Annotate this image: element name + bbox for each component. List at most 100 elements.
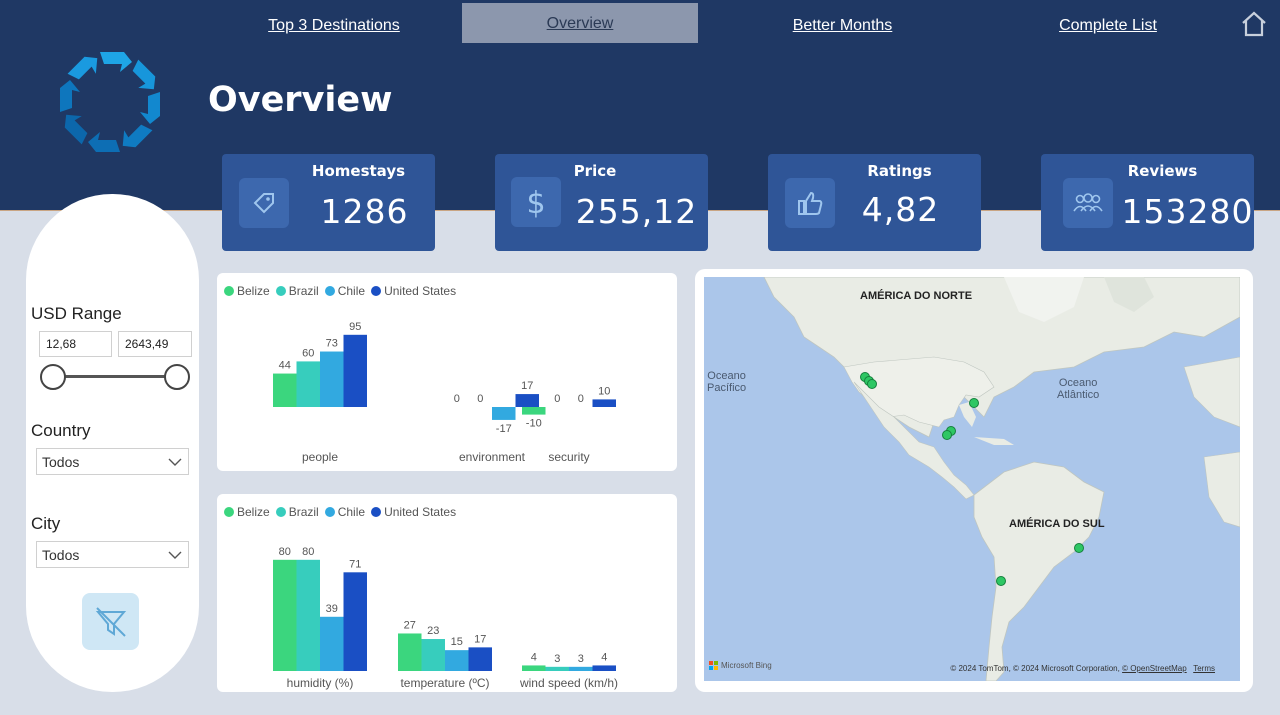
x-axis-tick-label: wind speed (km/h) <box>519 676 618 690</box>
x-axis-tick-label: people <box>302 450 338 464</box>
map-label-north-america: AMÉRICA DO NORTE <box>860 290 973 302</box>
data-label: 71 <box>349 558 361 570</box>
data-label: 4 <box>531 651 537 663</box>
kpi-homestays: Homestays 1286 <box>222 154 435 251</box>
people-icon <box>1063 178 1113 228</box>
map-provider-label: Microsoft Bing <box>721 661 772 670</box>
data-label: 44 <box>279 360 291 372</box>
bar-united-states-1[interactable] <box>468 647 493 671</box>
bar-chile-2[interactable] <box>569 666 593 671</box>
city-dropdown[interactable]: Todos <box>36 541 189 568</box>
data-label: 0 <box>554 393 560 405</box>
bar-chile-1[interactable] <box>492 407 516 420</box>
bar-chile-1[interactable] <box>445 650 469 671</box>
data-label: 0 <box>454 393 460 405</box>
bar-united-states-0[interactable] <box>343 572 368 671</box>
x-axis-tick-label: environment <box>459 450 526 464</box>
map-label-pacific: Oceano Pacífico <box>707 370 746 394</box>
bar-chile-0[interactable] <box>320 351 344 407</box>
map-label-pacific-line1: Oceano <box>707 370 746 382</box>
bar-united-states-2[interactable] <box>592 399 617 407</box>
kpi-value: 1286 <box>320 192 409 231</box>
map-marker[interactable] <box>1074 543 1084 553</box>
nav-better-months[interactable]: Better Months <box>780 14 905 38</box>
map-attribution: © 2024 TomTom, © 2024 Microsoft Corporat… <box>950 664 1215 673</box>
nav-overview[interactable]: Overview <box>462 3 698 43</box>
usd-range-label: USD Range <box>31 304 122 323</box>
map-label-atlantic-line1: Oceano <box>1058 377 1098 389</box>
x-axis-tick-label: humidity (%) <box>287 676 354 690</box>
bar-brazil-0[interactable] <box>296 559 321 671</box>
filter-panel: USD Range 12,68 2643,49 Country Todos Ci… <box>26 194 199 692</box>
data-label: 73 <box>326 338 338 350</box>
kpi-value: 4,82 <box>861 190 940 229</box>
country-dropdown[interactable]: Todos <box>36 448 189 475</box>
map-attribution-text: © 2024 TomTom, © 2024 Microsoft Corporat… <box>950 664 1120 673</box>
kpi-ratings: Ratings 4,82 <box>768 154 981 251</box>
data-label: 80 <box>279 546 291 558</box>
bar-belize-1[interactable] <box>398 633 422 671</box>
map-landmass <box>763 277 1240 681</box>
usd-slider-track[interactable] <box>51 375 179 378</box>
map-view[interactable]: AMÉRICA DO NORTE AMÉRICA DO SUL Oceano P… <box>704 277 1240 681</box>
bar-chile-0[interactable] <box>320 616 344 671</box>
kpi-label: Price <box>573 162 617 180</box>
country-value: Todos <box>42 454 80 470</box>
data-label: 10 <box>598 385 610 397</box>
bar-chart-weather: 80 80 39 71 humidity (%) 27 23 15 17 temperature … <box>273 546 618 690</box>
bar-united-states-1[interactable] <box>515 394 540 407</box>
usd-slider-max-thumb[interactable] <box>164 364 190 390</box>
data-label: 17 <box>474 633 486 645</box>
nav-overview-label: Overview <box>546 15 614 32</box>
home-icon[interactable] <box>1240 10 1268 38</box>
data-label: 0 <box>477 393 483 405</box>
city-label: City <box>31 514 61 533</box>
kpi-reviews: Reviews 153280 <box>1041 154 1254 251</box>
bar-belize-2[interactable] <box>522 665 546 671</box>
kpi-price: $ Price 255,12 <box>495 154 708 251</box>
country-label: Country <box>31 421 91 440</box>
usd-max-input[interactable]: 2643,49 <box>118 331 192 357</box>
map-label-atlantic-line2: Atlântico <box>1057 389 1100 401</box>
bar-belize-2[interactable] <box>522 407 546 415</box>
chart-card-ratings: Belize Brazil Chile United States 44 60 73… <box>217 273 677 471</box>
bar-brazil-0[interactable] <box>296 361 321 407</box>
nav-complete-list[interactable]: Complete List <box>1050 14 1166 38</box>
logo-icon <box>60 52 160 152</box>
nav-top-3-destinations[interactable]: Top 3 Destinations <box>260 14 408 38</box>
usd-slider-min-thumb[interactable] <box>40 364 66 390</box>
clear-filter-icon <box>95 606 126 637</box>
bar-united-states-2[interactable] <box>592 665 617 671</box>
clear-filters-button[interactable] <box>82 593 139 650</box>
bar-belize-0[interactable] <box>273 559 297 671</box>
map-provider: Microsoft Bing <box>709 661 772 670</box>
map-marker[interactable] <box>867 379 877 389</box>
kpi-value: 153280 <box>1121 192 1254 231</box>
city-value: Todos <box>42 547 80 563</box>
map-card: AMÉRICA DO NORTE AMÉRICA DO SUL Oceano P… <box>695 269 1253 692</box>
bar-brazil-1[interactable] <box>421 639 446 671</box>
data-label: 95 <box>349 321 361 333</box>
chart-card-weather: Belize Brazil Chile United States 80 80 39… <box>217 494 677 692</box>
chevron-down-icon <box>168 551 182 559</box>
kpi-label: Homestays <box>311 162 406 180</box>
data-label: 17 <box>521 380 533 392</box>
map-marker[interactable] <box>942 430 952 440</box>
map-marker[interactable] <box>996 576 1006 586</box>
kpi-label: Ratings <box>867 162 932 180</box>
bar-brazil-2[interactable] <box>545 666 570 671</box>
osm-link[interactable]: © OpenStreetMap <box>1122 664 1187 673</box>
map-marker[interactable] <box>969 398 979 408</box>
data-label: 15 <box>451 636 463 648</box>
bar-belize-0[interactable] <box>273 373 297 407</box>
usd-min-input[interactable]: 12,68 <box>39 331 112 357</box>
bar-united-states-0[interactable] <box>343 334 368 407</box>
chevron-down-icon <box>168 458 182 466</box>
terms-link[interactable]: Terms <box>1193 664 1215 673</box>
map-label-atlantic: Oceano Atlântico <box>1057 377 1099 401</box>
data-label: 27 <box>404 619 416 631</box>
x-axis-tick-label: security <box>548 450 589 464</box>
data-label: 3 <box>554 653 560 665</box>
data-label: 0 <box>578 393 584 405</box>
dollar-icon: $ <box>511 177 561 227</box>
